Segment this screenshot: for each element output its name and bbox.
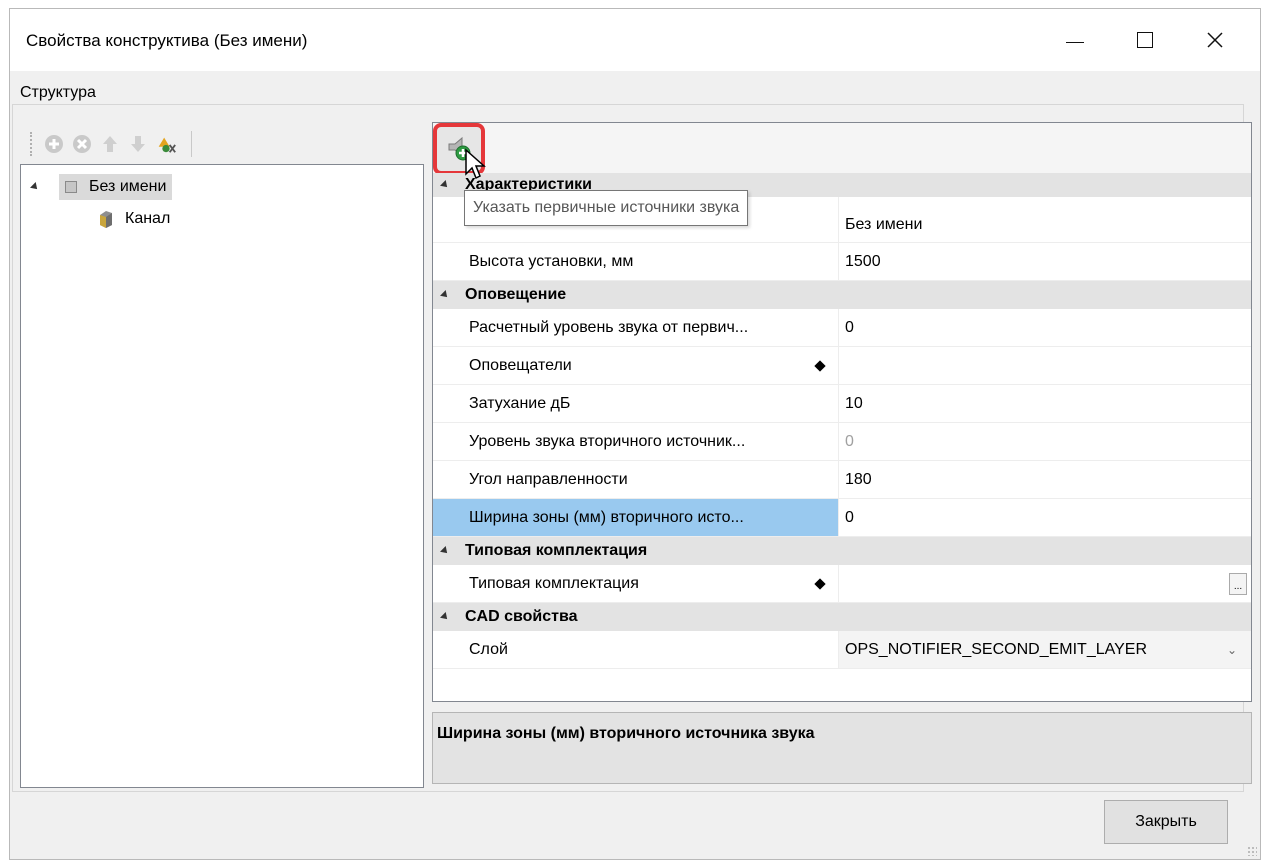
property-name: Угол направленности [433,461,839,498]
property-name: Слой [433,631,839,668]
property-row-secondary-level[interactable]: Уровень звука вторичного источник... 0 [433,423,1251,461]
add-equipment-button[interactable] [155,133,177,155]
property-name: Уровень звука вторичного источник... [433,423,839,460]
collapse-arrow-icon[interactable] [440,612,450,622]
layer-select[interactable]: OPS_NOTIFIER_SECOND_EMIT_LAYER ⌄ [839,631,1251,668]
window-title: Свойства конструктива (Без имени) [26,31,308,50]
collapse-arrow-icon[interactable] [30,182,40,192]
browse-button[interactable]: ... [1229,573,1247,595]
category-typical-kit[interactable]: Типовая комплектация [433,537,1251,565]
property-toolbar [433,123,1251,175]
property-name: Затухание дБ [433,385,839,422]
minimize-button[interactable] [1046,9,1104,71]
add-circle-icon [45,135,63,153]
category-label: Типовая комплектация [465,542,648,559]
remove-circle-icon [73,135,91,153]
property-name: Типовая комплектация [433,565,839,602]
property-name: Оповещатели [433,347,839,384]
collapse-arrow-icon[interactable] [440,180,450,190]
move-up-button[interactable] [99,133,121,155]
mouse-cursor-icon [465,148,486,180]
tree-toolbar [22,124,252,164]
property-row-notifiers[interactable]: Оповещатели [433,347,1251,385]
tree-child-label: Канал [125,210,171,227]
property-value[interactable]: 10 [839,385,1251,422]
property-row-attenuation[interactable]: Затухание дБ 10 [433,385,1251,423]
property-value[interactable]: 1500 [839,243,1251,280]
property-name: Ширина зоны (мм) вторичного исто... [433,499,839,536]
channel-icon [100,211,112,228]
property-name-text: Оповещатели [469,356,572,374]
minimize-icon [1066,41,1084,43]
category-label: CAD свойства [465,608,578,625]
property-description: Ширина зоны (мм) вторичного источника зв… [432,712,1252,784]
maximize-button[interactable] [1116,9,1174,71]
toolbar-separator [191,131,192,157]
layer-select-value: OPS_NOTIFIER_SECOND_EMIT_LAYER [845,640,1147,658]
resize-grip[interactable] [1247,846,1257,856]
arrow-up-icon [103,136,117,152]
category-label: Оповещение [465,286,567,303]
collapse-arrow-icon[interactable] [440,290,450,300]
tree-root-label: Без имени [89,178,167,195]
chevron-down-icon[interactable]: ⌄ [1227,643,1237,657]
property-row-zone-width[interactable]: Ширина зоны (мм) вторичного исто... 0 [433,499,1251,537]
linked-diamond-icon [814,359,826,372]
property-row-calc-level[interactable]: Расчетный уровень звука от первич... 0 [433,309,1251,347]
remove-node-button[interactable] [71,133,93,155]
property-name: Расчетный уровень звука от первич... [433,309,839,346]
property-row-layer[interactable]: Слой OPS_NOTIFIER_SECOND_EMIT_LAYER ⌄ [433,631,1251,669]
linked-diamond-icon [814,577,826,590]
maximize-icon [1137,32,1153,48]
property-row-angle[interactable]: Угол направленности 180 [433,461,1251,499]
property-name: Высота установки, мм [433,243,839,280]
property-value[interactable]: 0 [839,499,1251,536]
tree-node-channel[interactable]: Канал [97,205,170,233]
add-node-button[interactable] [43,133,65,155]
close-icon [1207,32,1223,48]
title-bar: Свойства конструктива (Без имени) [10,9,1260,71]
property-value[interactable]: ... [839,565,1251,602]
property-rows: Характеристики Без имени Высота установк… [433,173,1251,669]
category-notification[interactable]: Оповещение [433,281,1251,309]
property-value[interactable]: Без имени [839,197,1251,242]
equipment-add-icon [158,137,176,153]
arrow-down-icon [131,136,145,152]
tree-node-root[interactable]: Без имени [21,173,173,201]
property-row-height[interactable]: Высота установки, мм 1500 [433,243,1251,281]
close-window-button[interactable] [1186,9,1244,71]
property-value[interactable] [839,347,1251,384]
move-down-button[interactable] [127,133,149,155]
property-value: 0 [845,432,854,450]
close-button[interactable]: Закрыть [1104,800,1228,844]
property-value[interactable]: 180 [839,461,1251,498]
structure-tree: Без имени Канал [20,164,424,788]
collapse-arrow-icon[interactable] [440,546,450,556]
node-square-icon [65,181,77,193]
tooltip: Указать первичные источники звука [464,190,749,226]
property-row-typical-kit[interactable]: Типовая комплектация ... [433,565,1251,603]
structure-group-label: Структура [18,84,98,102]
property-name-text: Типовая комплектация [469,574,639,592]
toolbar-grip [30,132,33,156]
property-value[interactable]: 0 [839,309,1251,346]
category-cad[interactable]: CAD свойства [433,603,1251,631]
